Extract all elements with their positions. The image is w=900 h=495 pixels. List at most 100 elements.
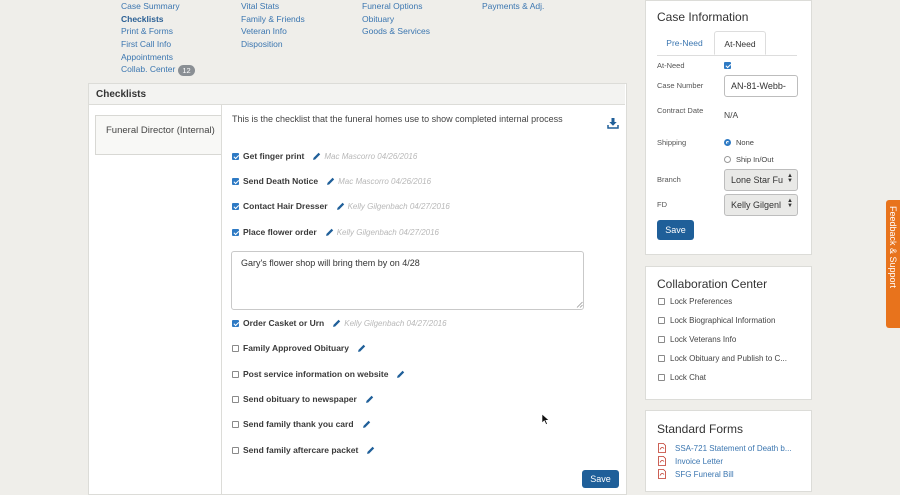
case-info-save-button[interactable]: Save [657,220,694,240]
checklist-checkbox[interactable] [232,420,239,428]
standard-form-link[interactable]: SSA-721 Statement of Death b... [658,443,792,453]
checklist-checkbox[interactable] [232,177,239,185]
nav-case-summary[interactable]: Case Summary [121,0,195,13]
standard-form-link[interactable]: SFG Funeral Bill [658,469,734,479]
checklist-checkbox[interactable] [232,202,239,210]
nav-checklists[interactable]: Checklists [121,13,195,26]
nav-column-2: Vital Stats Family & Friends Veteran Inf… [241,0,305,51]
checklist-item: Order Casket or Urn Kelly Gilgenbach 04/2… [232,318,447,328]
nav-vital-stats[interactable]: Vital Stats [241,0,305,13]
checklist-item-meta: Kelly Gilgenbach 04/27/2016 [347,201,450,211]
collab-lock-checkbox[interactable] [658,355,665,362]
select-arrows-icon: ▲ ▼ [787,173,793,184]
tab-at-need[interactable]: At-Need [714,31,766,55]
checklist-item: Family Approved Obituary [232,343,366,353]
nav-collab-center[interactable]: Collab. Center 12 [121,63,195,76]
edit-pencil-icon[interactable] [357,344,366,353]
shipping-inout-radio[interactable] [724,156,731,163]
shipping-none-radio[interactable] [724,139,731,146]
checklist-item: Place flower order Kelly Gilgenbach 04/27… [232,227,439,237]
feedback-support-tab[interactable]: Feedback & Support [886,200,900,328]
tab-funeral-director-internal[interactable]: Funeral Director (Internal) [95,115,221,155]
edit-pencil-icon[interactable] [332,319,341,328]
contract-date-value: N/A [724,110,739,120]
checklist-checkbox[interactable] [232,344,239,352]
checklist-checkbox[interactable] [232,446,239,454]
collab-lock-label: Lock Veterans Info [670,335,737,344]
nav-column-4: Payments & Adj. [482,0,544,13]
nav-appointments[interactable]: Appointments [121,51,195,64]
fd-select-value: Kelly Gilgenl [731,200,782,210]
checklist-item-meta: Kelly Gilgenbach 04/27/2016 [336,227,439,237]
branch-label: Branch [657,175,681,184]
collab-lock-item: Lock Biographical Information [658,316,775,325]
mouse-cursor-icon [541,413,549,425]
checklist-item: Send family thank you card [232,419,371,429]
standard-form-label: SSA-721 Statement of Death b... [675,443,792,453]
branch-select[interactable]: Lone Star Fu ▲ ▼ [724,169,798,191]
checklist-item-label: Send family aftercare packet [243,445,359,455]
collab-lock-label: Lock Preferences [670,297,733,306]
collab-lock-item: Lock Preferences [658,297,732,306]
nav-disposition[interactable]: Disposition [241,38,305,51]
collab-lock-label: Lock Chat [670,373,707,382]
resize-handle-icon[interactable] [576,301,583,308]
standard-form-label: Invoice Letter [675,456,724,466]
checklist-item-label: Send family thank you card [243,419,354,429]
checklist-item-label: Get finger print [243,151,305,161]
collab-count-badge: 12 [178,64,195,76]
collab-lock-checkbox[interactable] [658,298,665,305]
checklist-item-label: Order Casket or Urn [243,318,325,328]
edit-pencil-icon[interactable] [396,370,405,379]
collab-lock-item: Lock Chat [658,373,706,382]
nav-goods-services[interactable]: Goods & Services [362,25,430,38]
checklist-checkbox[interactable] [232,370,239,378]
standard-form-link[interactable]: Invoice Letter [658,456,723,466]
pdf-icon [658,456,666,466]
checklist-checkbox[interactable] [232,319,239,327]
nav-payments-adj[interactable]: Payments & Adj. [482,0,544,13]
collab-lock-item: Lock Obituary and Publish to C... [658,354,787,363]
nav-family-friends[interactable]: Family & Friends [241,13,305,26]
nav-column-1: Case Summary Checklists Print & Forms Fi… [121,0,195,76]
checklist-checkbox[interactable] [232,395,239,403]
collab-lock-checkbox[interactable] [658,374,665,381]
download-icon[interactable] [607,117,619,129]
collab-lock-label: Lock Obituary and Publish to C... [670,354,787,363]
nav-funeral-options[interactable]: Funeral Options [362,0,430,13]
checklist-save-button[interactable]: Save [582,470,619,488]
standard-forms-title: Standard Forms [657,422,744,436]
edit-pencil-icon[interactable] [362,420,371,429]
checklist-item-label: Place flower order [243,227,317,237]
nav-first-call-info[interactable]: First Call Info [121,38,195,51]
fd-select[interactable]: Kelly Gilgenl ▲ ▼ [724,194,798,216]
feedback-support-label: Feedback & Support [888,206,898,289]
edit-pencil-icon[interactable] [365,395,374,404]
nav-veteran-info[interactable]: Veteran Info [241,25,305,38]
pdf-icon [658,443,666,453]
edit-pencil-icon[interactable] [325,228,334,237]
collab-lock-checkbox[interactable] [658,336,665,343]
flower-order-note-field[interactable]: Gary's flower shop will bring them by on… [231,251,584,310]
edit-pencil-icon[interactable] [366,446,375,455]
edit-pencil-icon[interactable] [312,152,321,161]
checklist-item: Send family aftercare packet [232,445,375,455]
checklist-item: Post service information on website [232,369,405,379]
shipping-none-label: None [736,138,754,147]
tab-pre-need[interactable]: Pre-Need [657,32,712,54]
checklist-item-meta: Mac Mascorro 04/26/2016 [324,151,418,161]
case-number-label: Case Number [657,81,704,90]
checklist-checkbox[interactable] [232,152,239,160]
checklist-item-label: Send obituary to newspaper [243,394,357,404]
at-need-checkbox[interactable] [724,62,735,69]
nav-obituary[interactable]: Obituary [362,13,430,26]
nav-print-forms[interactable]: Print & Forms [121,25,195,38]
edit-pencil-icon[interactable] [326,177,335,186]
case-number-field[interactable]: AN-81-Webb- [724,75,798,97]
collab-lock-checkbox[interactable] [658,317,665,324]
checklist-item: Contact Hair Dresser Kelly Gilgenbach 04/… [232,201,450,211]
edit-pencil-icon[interactable] [336,202,345,211]
checklist-divider [221,105,222,495]
collab-lock-item: Lock Veterans Info [658,335,736,344]
checklist-checkbox[interactable] [232,228,239,236]
